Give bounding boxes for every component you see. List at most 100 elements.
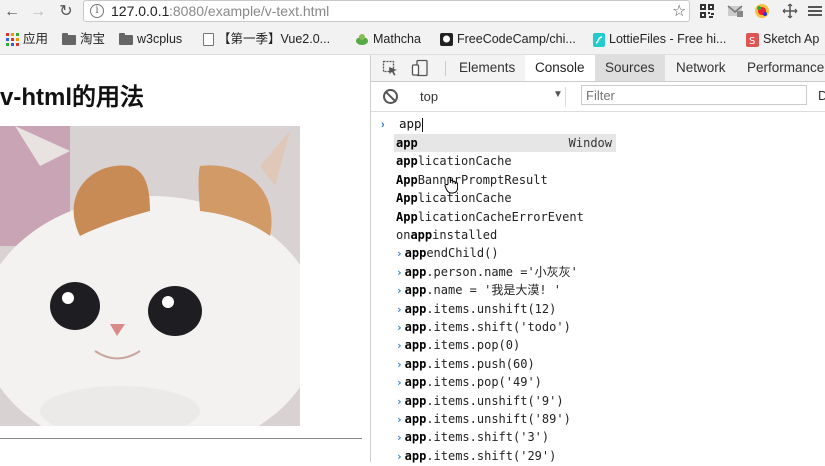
autocomplete-item[interactable]: applicationCache: [394, 152, 616, 170]
device-toolbar-icon[interactable]: [411, 59, 429, 77]
bookmark-taobao[interactable]: 淘宝: [62, 24, 105, 54]
address-bar[interactable]: i 127.0.0.1 :8080/example/v-text.html ☆: [83, 0, 690, 22]
bookmark-lottiefiles[interactable]: LottieFiles - Free hi...: [593, 24, 726, 54]
autocomplete-match: app: [404, 264, 427, 279]
url-path: :8080/example/v-text.html: [169, 3, 330, 19]
tab-elements[interactable]: Elements: [449, 55, 525, 81]
bookmark-w3cplus[interactable]: w3cplus: [119, 24, 182, 54]
bookmark-vue[interactable]: 【第一季】Vue2.0...: [203, 24, 330, 54]
default-levels-label[interactable]: D: [818, 88, 825, 103]
forward-arrow-icon: →: [30, 3, 46, 20]
page-divider: [0, 438, 362, 439]
autocomplete-item[interactable]: ApplicationCache: [394, 189, 616, 207]
autocomplete-item[interactable]: › app.items.pop(0): [394, 336, 616, 354]
forward-button[interactable]: →: [28, 2, 48, 22]
autocomplete-item[interactable]: › app.items.unshift(12): [394, 300, 616, 318]
history-arrow-icon: ›: [396, 339, 403, 353]
autocomplete-rest: .items.shift('todo'): [426, 320, 571, 334]
mathcha-icon: [356, 34, 368, 46]
tab-network[interactable]: Network: [666, 55, 736, 81]
context-label: top: [420, 89, 439, 104]
autocomplete-item[interactable]: › app.items.unshift('9'): [394, 392, 616, 410]
lottie-icon: [593, 32, 605, 47]
page-content: v-html的用法: [0, 55, 370, 462]
reload-button[interactable]: ↻: [56, 2, 76, 22]
autocomplete-item[interactable]: app Window: [394, 134, 616, 153]
autocomplete-item[interactable]: AppBannerPromptResult: [394, 171, 616, 189]
autocomplete-rest: licationCacheErrorEvent: [417, 209, 584, 224]
autocomplete-rest: installed: [432, 228, 498, 242]
inspect-element-icon[interactable]: [382, 60, 398, 76]
apps-grid-icon: [6, 33, 19, 47]
autocomplete-rest: .items.pop(0): [426, 338, 521, 353]
back-button[interactable]: ←: [2, 2, 22, 22]
folder-icon: [62, 32, 76, 45]
bookmark-star-icon[interactable]: ☆: [672, 1, 686, 21]
autocomplete-item[interactable]: › app.items.shift('29'): [394, 447, 616, 465]
autocomplete-item[interactable]: › app.items.shift('todo'): [394, 318, 616, 336]
devtools-tabbar: Elements Console Sources Network Perform…: [371, 55, 825, 82]
autocomplete-rest: .items.unshift('9'): [426, 393, 564, 408]
history-arrow-icon: ›: [396, 357, 403, 371]
autocomplete-match: app: [404, 338, 427, 353]
autocomplete-match: App: [396, 191, 418, 206]
autocomplete-item[interactable]: › app.items.push(60): [394, 355, 616, 373]
tab-sources[interactable]: Sources: [595, 55, 665, 81]
autocomplete-rest: .person.name ='小灰灰': [426, 264, 578, 279]
qr-code-icon[interactable]: [699, 3, 715, 19]
tab-performance[interactable]: Performance: [737, 55, 825, 81]
autocomplete-item[interactable]: ApplicationCacheErrorEvent: [394, 208, 616, 226]
autocomplete-match: app: [404, 320, 427, 334]
context-select[interactable]: top ▼: [415, 87, 566, 107]
autocomplete-item[interactable]: › app.name = '我是大漠! ': [394, 281, 616, 299]
cat-illustration: [0, 126, 300, 426]
autocomplete-item[interactable]: › app.items.unshift('89'): [394, 410, 616, 428]
color-picker-icon[interactable]: [754, 3, 770, 19]
bookmark-freecodecamp[interactable]: FreeCodeCamp/chi...: [440, 24, 576, 54]
autocomplete-list: app Window applicationCache AppBannerPrompt…: [394, 134, 616, 465]
autocomplete-rest: licationCache: [417, 191, 512, 206]
autocomplete-match: app: [404, 301, 427, 316]
autocomplete-rest: .items.shift('29'): [426, 448, 557, 463]
autocomplete-item[interactable]: › app.items.pop('49'): [394, 373, 616, 391]
bookmark-label: w3cplus: [137, 32, 183, 46]
bookmark-label: 应用: [23, 32, 49, 46]
bookmark-sketch[interactable]: S Sketch Ap: [746, 24, 819, 54]
bookmark-apps[interactable]: 应用: [6, 24, 48, 54]
autocomplete-item[interactable]: › app.items.shift('3'): [394, 428, 616, 446]
autocomplete-match: app: [396, 136, 418, 150]
autocomplete-rest: .items.push(60): [426, 356, 535, 371]
autocomplete-match: app: [404, 393, 427, 408]
autocomplete-rest: .items.unshift('89'): [426, 412, 571, 426]
autocomplete-item[interactable]: › appendChild(): [394, 244, 616, 262]
autocomplete-match: app: [404, 430, 427, 445]
url-host: 127.0.0.1: [111, 3, 170, 19]
dropdown-arrow-icon: ▼: [553, 89, 563, 100]
tab-console[interactable]: Console: [525, 55, 595, 81]
toolbar-separator: [445, 61, 446, 76]
bookmark-mathcha[interactable]: Mathcha: [355, 24, 421, 54]
move-icon[interactable]: [782, 3, 798, 19]
bookmark-label: 【第一季】Vue2.0...: [218, 32, 331, 46]
devtools-panel: Elements Console Sources Network Perform…: [370, 55, 825, 465]
menu-icon[interactable]: [807, 3, 823, 19]
bookmark-label: 淘宝: [80, 32, 106, 46]
filter-input[interactable]: [581, 85, 807, 105]
bookmarks-bar: 应用 淘宝 w3cplus 【第一季】Vue2.0... Mathcha Fre…: [0, 24, 825, 55]
history-arrow-icon: ›: [396, 413, 403, 426]
reload-icon: ↻: [59, 3, 73, 20]
autocomplete-type-hint: Window: [568, 136, 612, 150]
autocomplete-item[interactable]: onappinstalled: [394, 226, 616, 244]
hand-cursor-icon: [444, 176, 458, 194]
back-arrow-icon: ←: [4, 3, 20, 20]
console-input[interactable]: app: [399, 116, 422, 131]
autocomplete-rest: endChild(): [426, 246, 499, 261]
history-arrow-icon: ›: [396, 321, 403, 334]
console-prompt-icon: ›: [381, 119, 385, 131]
info-icon[interactable]: i: [90, 4, 104, 18]
history-arrow-icon: ›: [396, 247, 403, 261]
autocomplete-item[interactable]: › app.person.name ='小灰灰': [394, 263, 616, 281]
gmail-icon[interactable]: [727, 3, 743, 19]
clear-console-icon[interactable]: [383, 89, 398, 104]
autocomplete-rest: licationCache: [417, 154, 512, 169]
